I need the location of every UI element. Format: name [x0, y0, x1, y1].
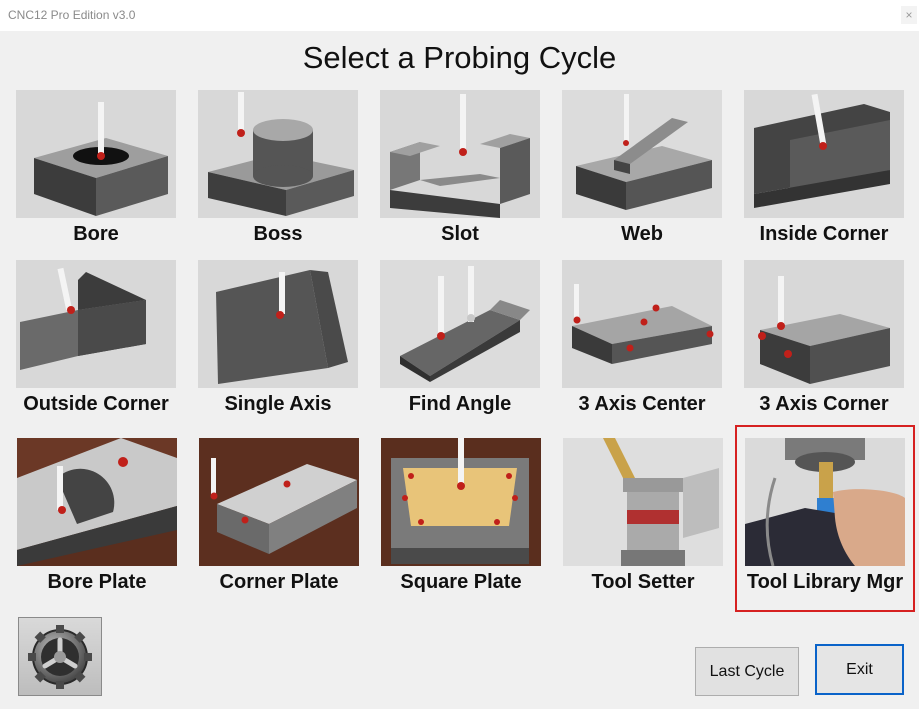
tile-label: Slot — [441, 223, 479, 245]
outside-corner-image — [16, 260, 176, 388]
tile-label: Boss — [253, 223, 303, 245]
tile-label: Corner Plate — [219, 571, 339, 593]
window-title: CNC12 Pro Edition v3.0 — [8, 8, 136, 22]
tile-label: Square Plate — [400, 571, 522, 593]
square-plate-image — [381, 438, 541, 566]
title-bar: CNC12 Pro Edition v3.0 × — [0, 0, 919, 31]
find-angle-image — [380, 260, 540, 388]
tool-setter-image — [563, 438, 723, 566]
inside-corner-image — [744, 90, 904, 218]
tile-label: Find Angle — [408, 393, 512, 415]
gear-icon — [28, 625, 92, 689]
bore-image — [16, 90, 176, 218]
3-axis-center-image — [562, 260, 722, 388]
exit-button[interactable]: Exit — [815, 644, 904, 695]
single-axis-image — [198, 260, 358, 388]
tile-label: Tool Setter — [591, 571, 695, 593]
tile-label: Bore Plate — [47, 571, 147, 593]
last-cycle-button[interactable]: Last Cycle — [695, 647, 799, 696]
slot-image — [380, 90, 540, 218]
bore-plate-image — [17, 438, 177, 566]
settings-button[interactable] — [18, 617, 102, 696]
tile-label: Bore — [73, 223, 119, 245]
selection-highlight — [735, 425, 915, 612]
tile-label: Web — [621, 223, 663, 245]
tile-label: Single Axis — [224, 393, 332, 415]
tile-label: Inside Corner — [759, 223, 889, 245]
page-title: Select a Probing Cycle — [302, 40, 617, 75]
tile-label: 3 Axis Center — [578, 393, 706, 415]
web-image — [562, 90, 722, 218]
3-axis-corner-image — [744, 260, 904, 388]
boss-image — [198, 90, 358, 218]
close-icon[interactable]: × — [901, 6, 917, 24]
tile-label: Outside Corner — [23, 393, 169, 415]
corner-plate-image — [199, 438, 359, 566]
tile-label: 3 Axis Corner — [759, 393, 889, 415]
